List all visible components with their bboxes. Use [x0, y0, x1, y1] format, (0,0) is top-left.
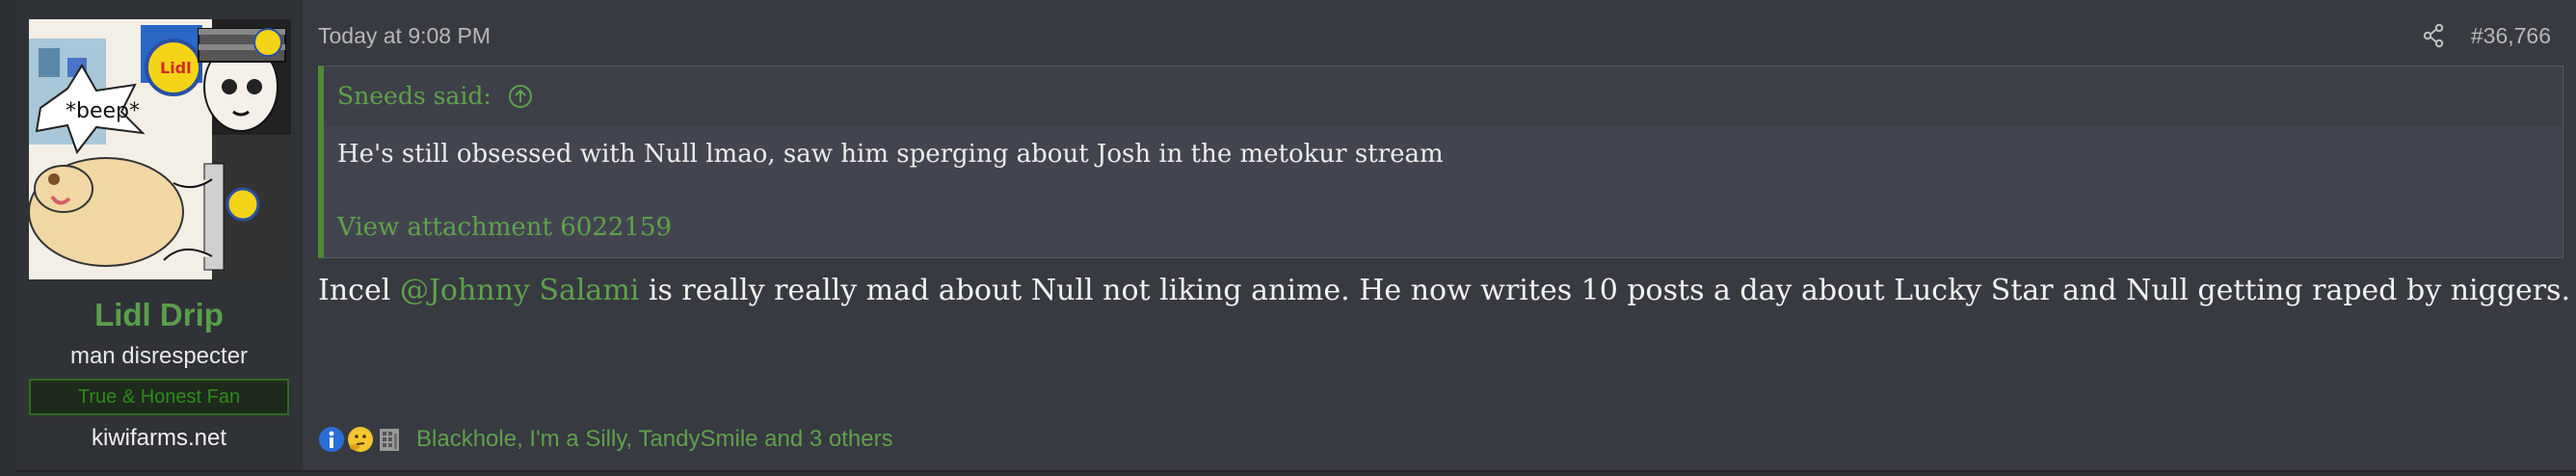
svg-text:*beep*: *beep*: [66, 99, 140, 123]
arrow-up-circle-icon[interactable]: [507, 83, 534, 110]
post-timestamp[interactable]: Today at 9:08 PM: [318, 23, 491, 49]
post-main: Today at 9:08 PM #36,766 Sneeds said: He…: [318, 0, 2576, 470]
user-banner: True & Honest Fan: [29, 379, 289, 415]
post-body-after: is really really mad about Null not liki…: [639, 274, 2571, 307]
username[interactable]: Lidl Drip: [15, 297, 303, 333]
user-mention-link[interactable]: @Johnny Salami: [400, 274, 640, 307]
quote-block: Sneeds said: He's still obsessed with Nu…: [318, 66, 2563, 258]
post-body-before: Incel: [318, 274, 400, 307]
user-extra: kiwifarms.net: [91, 425, 227, 451]
post-number[interactable]: #36,766: [2471, 23, 2551, 49]
avatar-image: Lidl *beep*: [29, 19, 291, 279]
reactions-bar: Blackhole, I'm a Silly, TandySmile and 3…: [318, 424, 893, 455]
building-icon[interactable]: [376, 426, 403, 453]
user-title: man disrespecter: [69, 343, 249, 369]
quote-attachment-link[interactable]: View attachment 6022159: [337, 213, 672, 242]
post-container: Lidl *beep* Lidl Drip man disrespecter T…: [15, 0, 2576, 472]
user-column: Lidl *beep* Lidl Drip man disrespecter T…: [15, 0, 303, 470]
svg-text:Lidl: Lidl: [160, 59, 192, 77]
share-icon[interactable]: [2422, 23, 2445, 48]
reactions-list[interactable]: Blackhole, I'm a Silly, TandySmile and 3…: [416, 426, 893, 453]
quote-author[interactable]: Sneeds said:: [337, 82, 491, 110]
quote-text: He's still obsessed with Null lmao, saw …: [337, 140, 1444, 169]
informative-icon[interactable]: [318, 426, 345, 453]
avatar[interactable]: Lidl *beep*: [29, 19, 291, 279]
post-body: Incel @Johnny Salami is really really ma…: [318, 274, 2570, 307]
thinking-icon[interactable]: [347, 426, 374, 453]
quote-header: Sneeds said:: [324, 66, 2563, 126]
